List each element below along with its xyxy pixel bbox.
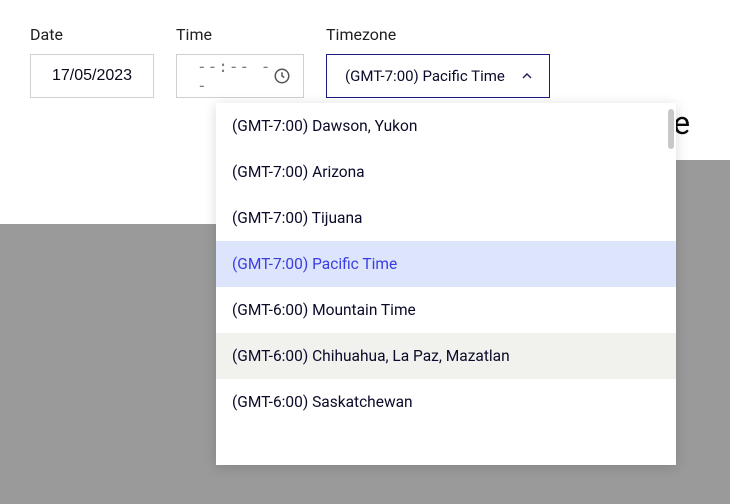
timezone-dropdown: (GMT-7:00) Dawson, Yukon(GMT-7:00) Arizo… xyxy=(216,103,676,465)
timezone-field-group: Timezone (GMT-7:00) Pacific Time xyxy=(326,25,550,98)
timezone-option[interactable]: (GMT-6:00) Saskatchewan xyxy=(216,379,676,425)
clock-icon xyxy=(273,67,291,85)
timezone-option[interactable]: (GMT-7:00) Tijuana xyxy=(216,195,676,241)
timezone-option[interactable]: (GMT-7:00) Dawson, Yukon xyxy=(216,103,676,149)
timezone-option[interactable]: (GMT-6:00) Chihuahua, La Paz, Mazatlan xyxy=(216,333,676,379)
time-placeholder: --:-- -- xyxy=(197,57,273,95)
timezone-selected-value: (GMT-7:00) Pacific Time xyxy=(345,67,505,85)
date-field-group: Date xyxy=(30,25,154,98)
timezone-option[interactable]: (GMT-7:00) Pacific Time xyxy=(216,241,676,287)
timezone-label: Timezone xyxy=(326,25,550,44)
date-label: Date xyxy=(30,25,154,44)
scrollbar-thumb[interactable] xyxy=(668,109,674,149)
time-field-group: Time --:-- -- xyxy=(176,25,304,98)
timezone-select[interactable]: (GMT-7:00) Pacific Time xyxy=(326,54,550,98)
timezone-dropdown-list[interactable]: (GMT-7:00) Dawson, Yukon(GMT-7:00) Arizo… xyxy=(216,103,676,465)
timezone-option[interactable]: (GMT-6:00) Mountain Time xyxy=(216,287,676,333)
chevron-up-icon xyxy=(519,68,535,84)
timezone-option[interactable]: (GMT-7:00) Arizona xyxy=(216,149,676,195)
fields-row: Date Time --:-- -- Timezone (GMT-7:00) P… xyxy=(30,25,594,98)
time-label: Time xyxy=(176,25,304,44)
date-input[interactable] xyxy=(30,54,154,98)
time-input[interactable]: --:-- -- xyxy=(176,54,304,98)
